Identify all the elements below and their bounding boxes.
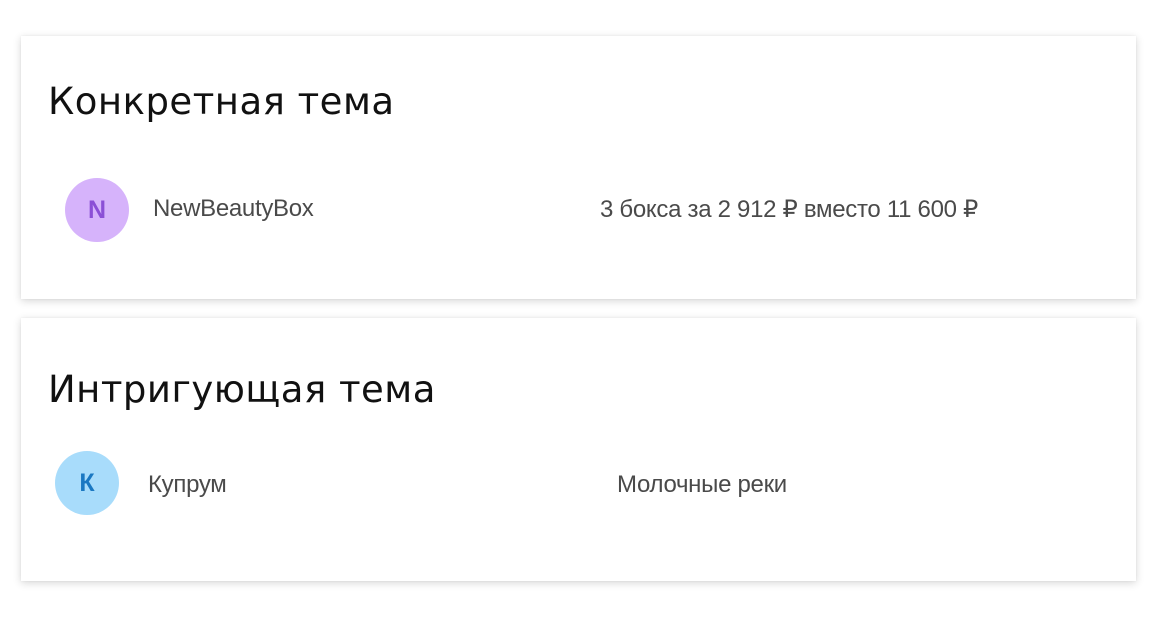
- example-card-intriguing: Интригующая тема К Купрум Молочные реки: [21, 318, 1136, 581]
- sender-name: Купрум: [148, 471, 227, 498]
- card-title: Интригующая тема: [48, 368, 436, 411]
- sender-name: NewBeautyBox: [153, 195, 314, 222]
- email-subject: Молочные реки: [617, 471, 787, 498]
- email-subject: 3 бокса за 2 912 ₽ вместо 11 600 ₽: [600, 196, 979, 223]
- card-title: Конкретная тема: [48, 80, 395, 123]
- email-list-item[interactable]: N NewBeautyBox 3 бокса за 2 912 ₽ вместо…: [21, 175, 1136, 245]
- email-list-item[interactable]: К Купрум Молочные реки: [21, 451, 1136, 521]
- sender-avatar: N: [65, 178, 129, 242]
- example-card-specific: Конкретная тема N NewBeautyBox 3 бокса з…: [21, 36, 1136, 299]
- sender-avatar: К: [55, 451, 119, 515]
